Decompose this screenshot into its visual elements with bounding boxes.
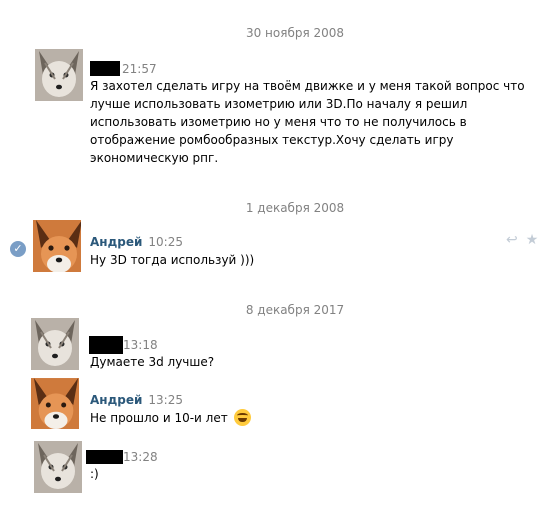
message-meta: 21:57	[90, 61, 157, 76]
avatar-red-fox[interactable]	[33, 220, 81, 272]
author-name[interactable]: Андрей	[90, 235, 142, 249]
star-icon[interactable]: ★	[526, 232, 539, 248]
redacted-author	[90, 61, 120, 76]
message-text: :)	[90, 467, 99, 481]
redacted-author	[86, 450, 123, 464]
message-meta: Андрей 13:25	[90, 393, 183, 407]
date-separator: 1 декабря 2008	[245, 201, 345, 215]
redacted-author	[89, 336, 123, 354]
avatar-red-fox[interactable]	[31, 377, 79, 429]
message-time: 13:25	[148, 393, 183, 407]
message-text: Не прошло и 10-и лет	[90, 409, 251, 427]
message-meta: 13:28	[86, 450, 158, 464]
avatar-gray-fox[interactable]	[34, 441, 82, 493]
laughing-tears-emoji-icon	[233, 409, 251, 426]
message-text: Ну 3D тогда используй )))	[90, 253, 255, 267]
message-meta: 13:18	[89, 336, 158, 354]
reply-icon[interactable]: ↩	[506, 232, 518, 248]
message-time: 13:18	[123, 338, 158, 352]
message-meta: Андрей 10:25	[90, 235, 183, 249]
message-time: 21:57	[122, 62, 157, 76]
message-time: 13:28	[123, 450, 158, 464]
message-actions: ↩ ★	[506, 232, 544, 248]
avatar-gray-fox[interactable]	[31, 318, 79, 370]
date-separator: 30 ноября 2008	[245, 26, 345, 40]
author-name[interactable]: Андрей	[90, 393, 142, 407]
message-time: 10:25	[148, 235, 183, 249]
date-separator: 8 декабря 2017	[245, 303, 345, 317]
message-text: Я захотел сделать игру на твоём движке и…	[90, 79, 525, 165]
avatar-gray-fox[interactable]	[35, 49, 83, 101]
message-text: Думаете 3d лучше?	[90, 355, 215, 369]
read-checkmark-icon: ✓	[10, 241, 26, 257]
